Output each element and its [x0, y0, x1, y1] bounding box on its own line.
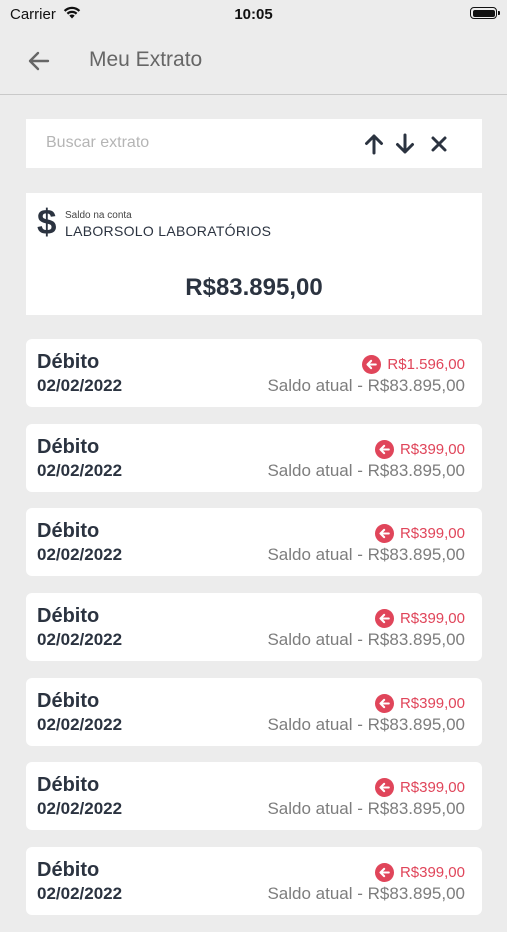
transaction-balance: Saldo atual - R$83.895,00 [267, 460, 465, 480]
transaction-type: Débito [37, 435, 100, 458]
transaction-value: R$399,00 [399, 694, 465, 712]
transaction-item[interactable]: Débito 02/02/2022 R$399,00 Saldo atual - R$… [26, 677, 482, 746]
transaction-date: 02/02/2022 [37, 460, 123, 480]
transaction-amount: R$399,00 [374, 524, 465, 544]
transaction-item[interactable]: Débito 02/02/2022 R$399,00 Saldo atual - R$… [26, 593, 482, 662]
balance-amount: R$83.895,00 [185, 274, 323, 301]
transaction-date: 02/02/2022 [37, 714, 123, 734]
transaction-value: R$399,00 [399, 779, 465, 797]
search-bar [26, 119, 482, 168]
transaction-item[interactable]: Débito 02/02/2022 R$399,00 Saldo atual - R$… [26, 847, 482, 916]
transaction-balance: Saldo atual - R$83.895,00 [267, 376, 465, 395]
arrow-left-circle-icon [362, 355, 382, 374]
transaction-date: 02/02/2022 [37, 799, 123, 819]
transaction-type: Débito [37, 351, 100, 373]
status-bar: Carrier 10:05 [0, 0, 507, 28]
transaction-value: R$1.596,00 [387, 356, 465, 373]
arrow-left-circle-icon [374, 439, 394, 459]
company-name: LABORSOLO LABORATÓRIOS [65, 223, 272, 239]
arrow-left-icon[interactable] [24, 46, 54, 76]
arrow-up-icon[interactable] [362, 132, 386, 156]
transaction-type: Débito [37, 520, 100, 543]
transaction-date: 02/02/2022 [37, 884, 123, 904]
transaction-item[interactable]: Débito 02/02/2022 R$399,00 Saldo atual - R$… [26, 423, 482, 492]
transaction-date: 02/02/2022 [37, 630, 123, 650]
arrow-down-icon[interactable] [393, 132, 417, 156]
transaction-item[interactable]: Débito 02/02/2022 R$399,00 Saldo atual - R$… [26, 762, 482, 831]
transaction-balance: Saldo atual - R$83.895,00 [267, 799, 465, 819]
transaction-amount: R$399,00 [374, 609, 465, 629]
arrow-left-circle-icon [374, 693, 394, 713]
balance-card: $ Saldo na conta LABORSOLO LABORATÓRIOS … [26, 193, 482, 315]
transaction-amount: R$1.596,00 [362, 355, 465, 374]
transaction-type: Débito [37, 689, 100, 712]
transaction-type: Débito [37, 859, 100, 882]
transaction-amount: R$399,00 [374, 439, 465, 459]
transaction-type: Débito [37, 605, 100, 628]
transaction-item[interactable]: Débito 02/02/2022 R$399,00 Saldo atual - R$… [26, 508, 482, 577]
transaction-value: R$399,00 [399, 864, 465, 882]
page-title: Meu Extrato [89, 48, 203, 71]
transaction-balance: Saldo atual - R$83.895,00 [267, 884, 465, 904]
balance-caption: Saldo na conta [65, 210, 132, 221]
arrow-left-circle-icon [374, 778, 394, 798]
transaction-value: R$399,00 [399, 610, 465, 628]
arrow-left-circle-icon [374, 609, 394, 629]
clock: 10:05 [234, 6, 273, 23]
transaction-list: Débito 02/02/2022 R$1.596,00 Saldo atual - … [26, 339, 482, 932]
transaction-value: R$399,00 [399, 440, 465, 458]
close-icon[interactable] [427, 132, 451, 156]
transaction-balance: Saldo atual - R$83.895,00 [267, 630, 465, 650]
transaction-item[interactable]: Débito 02/02/2022 R$1.596,00 Saldo atual - … [26, 339, 482, 407]
arrow-left-circle-icon [374, 524, 394, 544]
transaction-amount: R$399,00 [374, 693, 465, 713]
transaction-value: R$399,00 [399, 525, 465, 543]
arrow-left-circle-icon [374, 863, 394, 883]
transaction-date: 02/02/2022 [37, 545, 123, 565]
transaction-balance: Saldo atual - R$83.895,00 [267, 545, 465, 565]
battery-icon [470, 7, 500, 19]
transaction-balance: Saldo atual - R$83.895,00 [267, 714, 465, 734]
search-input[interactable] [46, 131, 326, 155]
transaction-type: Débito [37, 774, 100, 797]
transaction-amount: R$399,00 [374, 863, 465, 883]
app-bar: Meu Extrato [0, 28, 507, 95]
dollar-icon: $ [37, 203, 57, 242]
transaction-amount: R$399,00 [374, 778, 465, 798]
transaction-date: 02/02/2022 [37, 376, 123, 395]
